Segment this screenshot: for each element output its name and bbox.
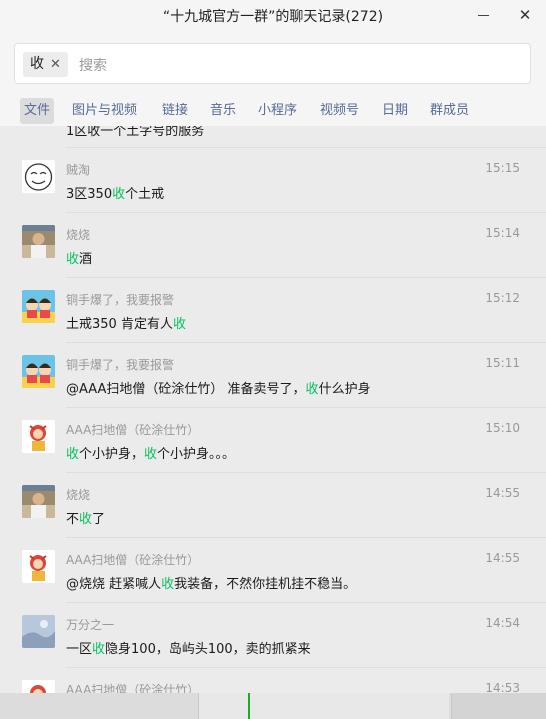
message-time: 15:10 (485, 421, 520, 435)
row-divider (66, 472, 546, 473)
sender-name: 烧烧 (66, 488, 91, 502)
close-icon: ✕ (518, 6, 532, 24)
tab-images-videos[interactable]: 图片与视频 (68, 98, 141, 124)
title-bar: “十九城官方一群”的聊天记录(272) ✕ (0, 0, 546, 32)
partial-message-text: 1区收一个土字号的服务 (66, 126, 205, 139)
minimize-button[interactable] (467, 2, 499, 28)
avatar[interactable] (22, 160, 55, 193)
row-divider (66, 602, 546, 603)
message-text: 一区收隐身100，岛屿头100，卖的抓紧来 (66, 642, 311, 657)
search-input[interactable] (77, 52, 501, 79)
window-title: “十九城官方一群”的聊天记录(272) (162, 9, 384, 25)
sender-name: 铜手爆了，我要报警 (66, 358, 175, 372)
sender-name: 烧烧 (66, 228, 91, 242)
message-time: 15:14 (485, 226, 520, 240)
keyword-highlight: 收 (161, 577, 175, 592)
minimize-icon (477, 15, 489, 16)
background-panel (451, 693, 546, 719)
background-panel (198, 693, 449, 719)
result-item[interactable]: AAA扫地僧（砼涂仕竹） 14:55 @烧烧 赶紧喊人收我装备，不然你挂机挂不稳… (0, 537, 546, 602)
avatar[interactable] (22, 290, 55, 323)
background-window (0, 693, 546, 719)
message-text: 收酒 (66, 252, 93, 267)
result-item[interactable]: 烧烧 14:55 不收了 (0, 472, 546, 537)
search-keyword-chip: 收 ✕ (23, 52, 68, 77)
monkey-cartoon-avatar-icon (22, 680, 55, 693)
keyword-highlight: 收 (79, 512, 93, 527)
result-item[interactable]: 烧烧 15:14 收酒 (0, 212, 546, 277)
message-text: 不收了 (66, 512, 106, 527)
avatar[interactable] (22, 485, 55, 518)
row-divider (66, 407, 546, 408)
result-item[interactable]: 铜手爆了，我要报警 15:12 土戒350 肯定有人收 (0, 277, 546, 342)
row-divider (66, 212, 546, 213)
keyword-highlight: 收 (144, 447, 158, 462)
keyword-highlight: 收 (66, 447, 80, 462)
sender-name: 万分之一 (66, 618, 115, 632)
monkey-cartoon-avatar-icon (22, 420, 55, 453)
message-text: 3区350收个土戒 (66, 187, 165, 202)
sender-name: AAA扫地僧（砼涂仕竹） (66, 423, 200, 437)
row-divider (66, 277, 546, 278)
keyword-highlight: 收 (112, 187, 126, 202)
result-item[interactable]: AAA扫地僧（砼涂仕竹） 15:10 收个小护身，收个小护身。。。 (0, 407, 546, 472)
tab-files[interactable]: 文件 (20, 98, 55, 124)
keyword-highlight: 收 (305, 382, 319, 397)
chip-label: 收 (30, 56, 44, 72)
keyword-highlight: 收 (172, 317, 186, 332)
search-results-list: 1区收一个土字号的服务 贼淘 15:15 3区350收个土戒 烧烧 15:14 … (0, 126, 546, 693)
tab-music[interactable]: 音乐 (206, 98, 240, 124)
background-accent (248, 693, 250, 719)
avatar[interactable] (22, 680, 55, 693)
message-text: @AAA扫地僧（砼涂仕竹） 准备卖号了，收什么护身 (66, 382, 371, 397)
row-divider (66, 147, 546, 148)
close-button[interactable]: ✕ (509, 2, 541, 28)
tab-group-members[interactable]: 群成员 (426, 98, 473, 124)
search-box: 收 ✕ (14, 43, 531, 84)
message-text: 土戒350 肯定有人收 (66, 317, 186, 332)
tab-mini-programs[interactable]: 小程序 (254, 98, 301, 124)
message-text: 收个小护身，收个小护身。。。 (66, 447, 236, 462)
avatar[interactable] (22, 615, 55, 648)
avatar[interactable] (22, 550, 55, 583)
clear-keyword-icon[interactable]: ✕ (50, 57, 61, 72)
message-time: 14:55 (485, 551, 520, 565)
row-divider (66, 342, 546, 343)
meme-face-avatar-icon (22, 160, 55, 193)
row-divider (66, 667, 546, 668)
message-time: 14:55 (485, 486, 520, 500)
result-item[interactable]: 贼淘 15:15 3区350收个土戒 (0, 147, 546, 212)
person-photo-avatar-icon (22, 225, 55, 258)
message-time: 14:54 (485, 616, 520, 630)
result-item[interactable]: AAA扫地僧（砼涂仕竹） 14:53 (0, 667, 546, 693)
avatar[interactable] (22, 355, 55, 388)
sender-name: AAA扫地僧（砼涂仕竹） (66, 683, 200, 693)
cartoon-kids-avatar-icon (22, 290, 55, 323)
avatar[interactable] (22, 225, 55, 258)
message-text: @烧烧 赶紧喊人收我装备，不然你挂机挂不稳当。 (66, 577, 357, 592)
sender-name: 贼淘 (66, 163, 91, 177)
keyword-highlight: 收 (92, 642, 106, 657)
sender-name: AAA扫地僧（砼涂仕竹） (66, 553, 200, 567)
tab-links[interactable]: 链接 (158, 98, 192, 124)
sky-photo-avatar-icon (22, 615, 55, 648)
cartoon-kids-avatar-icon (22, 355, 55, 388)
tab-date[interactable]: 日期 (378, 98, 412, 124)
message-time: 14:53 (485, 681, 520, 693)
avatar[interactable] (22, 420, 55, 453)
result-item[interactable]: 铜手爆了，我要报警 15:11 @AAA扫地僧（砼涂仕竹） 准备卖号了，收什么护… (0, 342, 546, 407)
row-divider (66, 537, 546, 538)
message-time: 15:12 (485, 291, 520, 305)
tab-channels[interactable]: 视频号 (316, 98, 363, 124)
keyword-highlight: 收 (66, 252, 80, 267)
person-photo-avatar-icon (22, 485, 55, 518)
monkey-cartoon-avatar-icon (22, 550, 55, 583)
sender-name: 铜手爆了，我要报警 (66, 293, 175, 307)
chat-history-window: “十九城官方一群”的聊天记录(272) ✕ 收✕ 文件 图片与视频 链接 音乐 … (0, 0, 546, 693)
message-time: 15:15 (485, 161, 520, 175)
result-item[interactable]: 万分之一 14:54 一区收隐身100，岛屿头100，卖的抓紧来 (0, 602, 546, 667)
message-time: 15:11 (485, 356, 520, 370)
